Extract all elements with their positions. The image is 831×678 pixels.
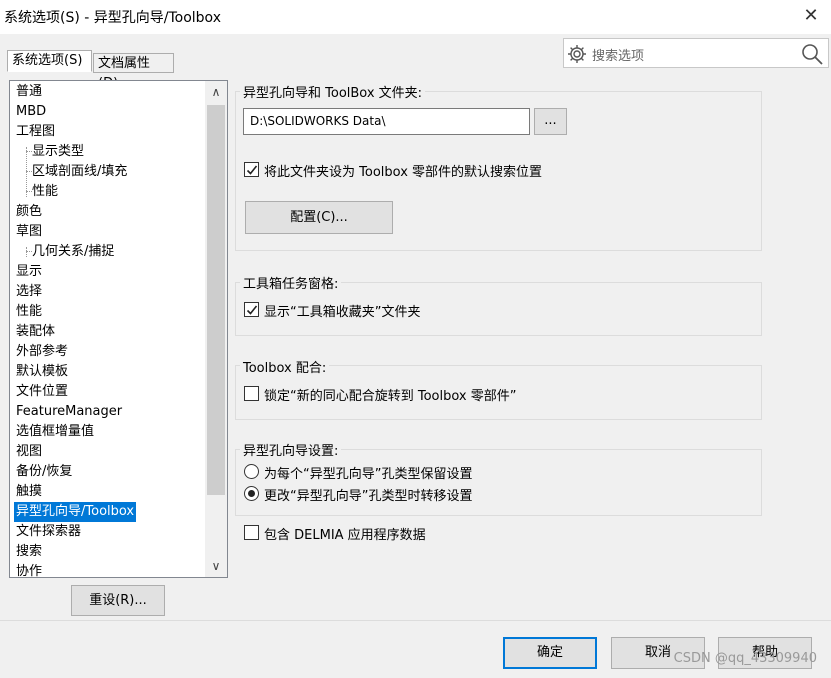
tab-document-properties[interactable]: 文档属性(D) <box>93 53 174 91</box>
tree-item-display[interactable]: 显示 <box>16 262 42 282</box>
tree-item-external-references[interactable]: 外部参考 <box>16 342 68 362</box>
scroll-up-icon[interactable]: ∧ <box>205 81 227 103</box>
reset-button[interactable]: 重设(R)... <box>71 585 165 616</box>
transfer-settings-label: 更改“异型孔向导”孔类型时转移设置 <box>264 489 473 504</box>
delmia-label: 包含 DELMIA 应用程序数据 <box>264 528 426 543</box>
window-title: 系统选项(S) - 异型孔向导/Toolbox <box>4 10 221 26</box>
search-options-box[interactable]: 搜索选项 <box>563 38 829 68</box>
watermark-text: CSDN @qq_43309940 <box>673 651 817 666</box>
tree-item-file-explorer[interactable]: 文件探索器 <box>16 522 81 542</box>
tree-item-selection[interactable]: 选择 <box>16 282 42 302</box>
ok-button[interactable]: 确定 <box>503 637 597 669</box>
tree-item-sketch[interactable]: 草图 <box>16 222 42 242</box>
tree-item-hole-wizard-toolbox[interactable]: 异型孔向导/Toolbox <box>14 502 137 522</box>
folder-group-title: 异型孔向导和 ToolBox 文件夹: <box>240 82 426 101</box>
tree-connector <box>26 247 27 257</box>
browse-button[interactable]: ... <box>534 108 567 135</box>
magnifier-icon[interactable] <box>800 42 824 66</box>
options-tree[interactable]: 普通 MBD 工程图 显示类型 区域剖面线/填充 性能 颜色 草图 几何关系/捕… <box>9 80 228 578</box>
mate-group-title: Toolbox 配合: <box>240 357 330 376</box>
title-bar: 系统选项(S) - 异型孔向导/Toolbox ✕ <box>0 0 831 34</box>
tree-item-display-style[interactable]: 显示类型 <box>32 142 84 162</box>
close-icon[interactable]: ✕ <box>797 2 825 30</box>
folder-path-field[interactable]: D:\SOLIDWORKS Data\ <box>243 108 530 135</box>
tree-item-area-hatch[interactable]: 区域剖面线/填充 <box>32 162 127 182</box>
tree-item-backup-recover[interactable]: 备份/恢复 <box>16 462 72 482</box>
show-favorites-checkbox[interactable] <box>244 302 259 317</box>
lock-concentric-label: 锁定“新的同心配合旋转到 Toolbox 零部件” <box>264 389 517 404</box>
tree-item-general[interactable]: 普通 <box>16 82 42 102</box>
tree-item-assemblies[interactable]: 装配体 <box>16 322 55 342</box>
tree-item-spin-box-increments[interactable]: 选值框增量值 <box>16 422 94 442</box>
lock-concentric-checkbox[interactable] <box>244 386 259 401</box>
hole-wizard-group-title: 异型孔向导设置: <box>240 440 342 459</box>
search-options-label: 搜索选项 <box>592 49 645 64</box>
scroll-down-icon[interactable]: ∨ <box>205 555 227 577</box>
tree-scrollbar[interactable]: ∧ ∨ <box>205 81 227 577</box>
tree-item-relations-snaps[interactable]: 几何关系/捕捉 <box>32 242 114 262</box>
tree-item-file-locations[interactable]: 文件位置 <box>16 382 68 402</box>
tree-item-performance[interactable]: 性能 <box>16 302 42 322</box>
tree-connector <box>26 147 27 197</box>
gear-icon <box>566 43 588 65</box>
tab-system-options[interactable]: 系统选项(S) <box>7 50 92 72</box>
delmia-checkbox[interactable] <box>244 525 259 540</box>
scroll-thumb[interactable] <box>207 105 225 495</box>
show-favorites-label: 显示“工具箱收藏夹”文件夹 <box>264 305 421 320</box>
dialog-footer <box>0 620 831 678</box>
tree-item-touch[interactable]: 触摸 <box>16 482 42 502</box>
retain-settings-label: 为每个“异型孔向导”孔类型保留设置 <box>264 467 473 482</box>
tree-item-drawings[interactable]: 工程图 <box>16 122 55 142</box>
retain-settings-radio[interactable] <box>244 464 259 479</box>
radio-selected-dot <box>248 490 255 497</box>
tree-item-collaboration[interactable]: 协作 <box>16 562 42 577</box>
default-search-checkbox[interactable] <box>244 162 259 177</box>
hole-wizard-group <box>235 449 762 516</box>
tree-item-colors[interactable]: 颜色 <box>16 202 42 222</box>
transfer-settings-radio[interactable] <box>244 486 259 501</box>
tree-item-featuremanager[interactable]: FeatureManager <box>16 402 122 422</box>
tree-item-search[interactable]: 搜索 <box>16 542 42 562</box>
configure-button[interactable]: 配置(C)... <box>245 201 393 234</box>
default-search-label: 将此文件夹设为 Toolbox 零部件的默认搜索位置 <box>264 165 543 180</box>
tree-item-drawing-performance[interactable]: 性能 <box>32 182 58 202</box>
taskpane-group-title: 工具箱任务窗格: <box>240 273 342 292</box>
tree-item-view[interactable]: 视图 <box>16 442 42 462</box>
tree-item-default-templates[interactable]: 默认模板 <box>16 362 68 382</box>
tree-item-mbd[interactable]: MBD <box>16 102 46 122</box>
